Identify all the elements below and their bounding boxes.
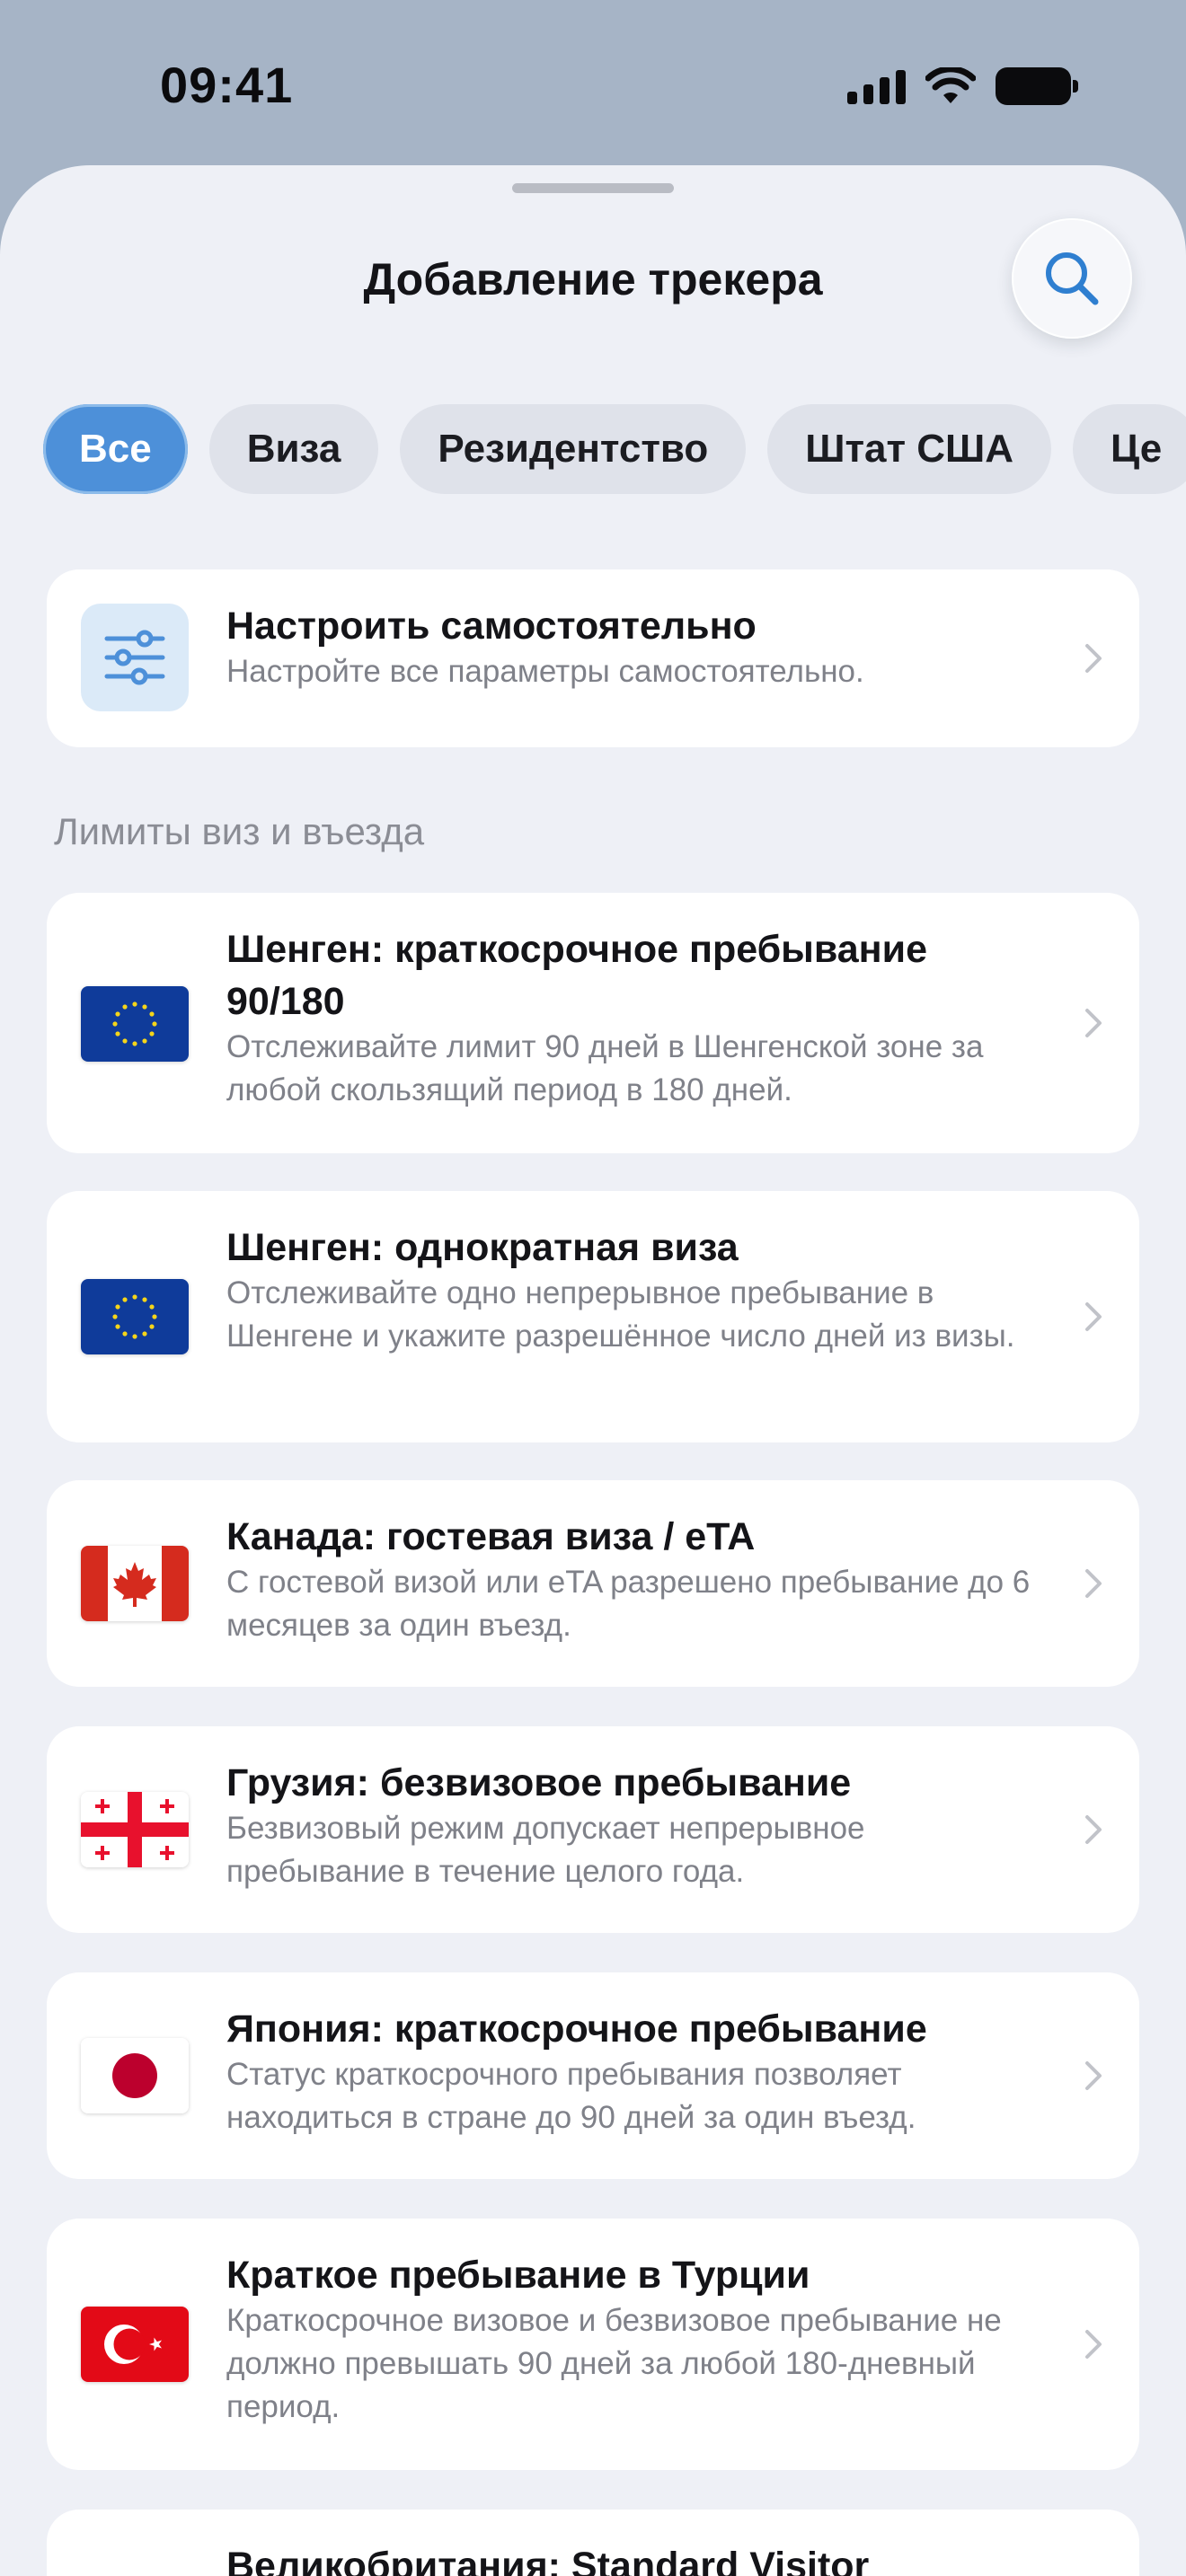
filter-chips: Все Виза Резидентство Штат США Це — [43, 404, 1186, 494]
add-tracker-sheet: Добавление трекера Все Виза Резидентство… — [0, 165, 1186, 2576]
status-time: 09:41 — [160, 57, 294, 113]
turkey-flag-icon — [81, 2307, 189, 2382]
chevron-right-icon — [1085, 2330, 1102, 2359]
tracker-description: Отслеживайте лимит 90 дней в Шенгенской … — [226, 1029, 984, 1107]
chevron-right-icon — [1085, 1009, 1102, 1037]
georgia-flag-icon — [81, 1792, 189, 1867]
tracker-description: С гостевой визой или eTA разрешено пребы… — [226, 1565, 1031, 1643]
chevron-right-icon — [1085, 2061, 1102, 2090]
sliders-icon — [81, 604, 189, 711]
sheet-title: Добавление трекера — [363, 254, 823, 304]
tracker-title: Шенген: однократная виза — [226, 1226, 739, 1269]
tracker-card-turkey[interactable]: Краткое пребывание в Турции Краткосрочно… — [47, 2219, 1139, 2470]
status-bar: 09:41 — [0, 0, 1186, 171]
filter-chip-all[interactable]: Все — [43, 404, 188, 494]
chevron-right-icon — [1085, 1302, 1102, 1331]
custom-tracker-card[interactable]: Настроить самостоятельно Настройте все п… — [47, 569, 1139, 747]
canada-flag-icon — [81, 1546, 189, 1621]
japan-flag-icon — [81, 2038, 189, 2113]
tracker-description: Краткосрочное визовое и безвизовое пребы… — [226, 2303, 1002, 2424]
custom-tracker-title: Настроить самостоятельно — [226, 604, 757, 648]
tracker-description: Статус краткосрочного пребывания позволя… — [226, 2057, 916, 2135]
tracker-description: Безвизовый режим допускает непрерывное п… — [226, 1811, 865, 1889]
eu-flag-icon — [81, 1279, 189, 1354]
custom-tracker-description: Настройте все параметры самостоятельно. — [226, 654, 864, 689]
tracker-card-schengen-90-180[interactable]: Шенген: краткосрочное пребывание 90/180 … — [47, 893, 1139, 1153]
chevron-right-icon — [1085, 1815, 1102, 1844]
tracker-title: Краткое пребывание в Турции — [226, 2254, 810, 2297]
tracker-title: Япония: краткосрочное пребывание — [226, 2007, 927, 2051]
wifi-icon — [925, 67, 976, 103]
tracker-title: Канада: гостевая виза / eTA — [226, 1515, 756, 1558]
tracker-description: Отслеживайте одно непрерывное пребывание… — [226, 1275, 1015, 1354]
search-icon — [1046, 252, 1099, 305]
chevron-right-icon — [1085, 1569, 1102, 1598]
tracker-title: Великобритания: Standard Visitor — [226, 2545, 870, 2576]
tracker-card-georgia[interactable]: Грузия: безвизовое пребывание Безвизовый… — [47, 1726, 1139, 1933]
tracker-card-schengen-single-visa[interactable]: Шенген: однократная виза Отслеживайте од… — [47, 1191, 1139, 1442]
cellular-signal-icon — [847, 68, 906, 104]
section-title-visa-limits: Лимиты виз и въезда — [54, 810, 425, 852]
tracker-card-uk[interactable]: Великобритания: Standard Visitor — [47, 2510, 1139, 2576]
search-button[interactable] — [1012, 218, 1132, 339]
filter-chip-visa[interactable]: Виза — [208, 404, 379, 494]
filter-chip-residency[interactable]: Резидентство — [400, 404, 747, 494]
status-icons — [847, 65, 1078, 108]
sheet-grabber[interactable] — [512, 183, 674, 193]
tracker-card-canada[interactable]: Канада: гостевая виза / eTA С гостевой в… — [47, 1480, 1139, 1687]
tracker-title: Шенген: краткосрочное пребывание 90/180 — [226, 928, 927, 1023]
tracker-title: Грузия: безвизовое пребывание — [226, 1761, 852, 1804]
battery-icon — [996, 67, 1078, 105]
eu-flag-icon — [81, 986, 189, 1062]
filter-chip-us-state[interactable]: Штат США — [767, 404, 1052, 494]
chevron-right-icon — [1085, 644, 1102, 673]
filter-chip-more[interactable]: Це — [1073, 404, 1186, 494]
tracker-card-japan[interactable]: Япония: краткосрочное пребывание Статус … — [47, 1972, 1139, 2179]
